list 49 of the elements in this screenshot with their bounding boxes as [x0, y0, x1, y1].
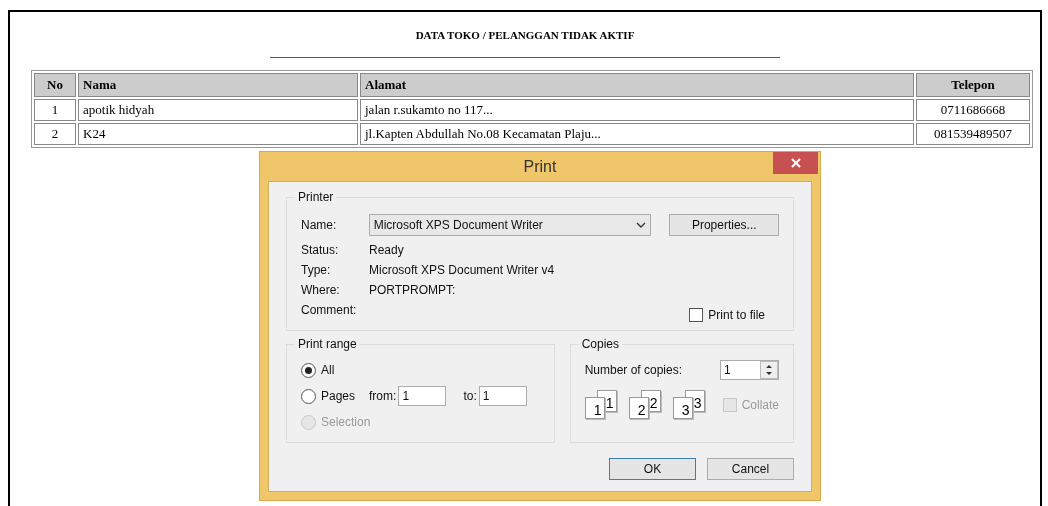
table-cell: jalan r.sukamto no 117...	[360, 98, 914, 121]
page-icon: 2	[628, 397, 649, 419]
page-icon: 1	[584, 397, 605, 419]
checkbox[interactable]	[689, 308, 704, 322]
field-label: from:	[369, 388, 397, 405]
column-header: Nama	[78, 72, 358, 97]
radio-button[interactable]	[301, 388, 316, 404]
close-button[interactable]	[773, 152, 818, 174]
column-header: Alamat	[360, 72, 914, 97]
dialog-button[interactable]: Cancel	[707, 458, 794, 480]
info-value: PORTPROMPT:	[369, 282, 456, 299]
copies-spinner[interactable]: 1	[720, 360, 779, 380]
field-label: Name:	[301, 217, 338, 234]
radio-label: All	[321, 362, 335, 379]
dialog-button[interactable]: OK	[609, 458, 696, 480]
field-label: Number of copies:	[584, 362, 683, 379]
info-label: Type:	[301, 262, 332, 279]
info-value: Microsoft XPS Document Writer v4	[369, 262, 555, 279]
radio-label: Pages	[321, 388, 356, 405]
checkbox-label: Print to file	[708, 307, 765, 324]
printer-select[interactable]: Microsoft XPS Document Writer	[368, 214, 652, 236]
table-cell: 0711686668	[916, 98, 1030, 121]
checkbox-label: Collate	[741, 397, 779, 414]
info-label: Status:	[301, 242, 340, 259]
info-value: Ready	[369, 242, 404, 259]
table-cell: 2	[34, 122, 76, 145]
radio-label: Selection	[321, 414, 371, 431]
info-label: Where:	[301, 282, 341, 299]
spinner-arrows-icon	[760, 361, 778, 379]
info-label: Comment:	[301, 302, 358, 319]
column-header: Telepon	[916, 72, 1030, 97]
table-cell: 1	[34, 98, 76, 121]
field-label: to:	[463, 388, 477, 405]
table-cell: 081539489507	[916, 122, 1030, 145]
report-title: DATA TOKO / PELANGGAN TIDAK AKTIF	[415, 28, 635, 43]
group-legend: Copies	[578, 336, 622, 352]
from-field[interactable]: 1	[398, 386, 447, 406]
group-legend: Print range	[295, 336, 360, 352]
close-icon	[790, 158, 801, 168]
table-cell: K24	[78, 122, 358, 145]
properties-button[interactable]: Properties...	[669, 214, 779, 236]
page-icon: 3	[672, 397, 693, 419]
table-cell: jl.Kapten Abdullah No.08 Kecamatan Plaju...	[360, 122, 914, 145]
radio-button[interactable]	[301, 362, 316, 378]
dialog-title: Print	[523, 156, 557, 177]
chevron-down-icon	[636, 222, 647, 228]
table-cell: apotik hidyah	[78, 98, 358, 121]
to-field[interactable]: 1	[478, 386, 527, 406]
column-header: No	[34, 72, 76, 97]
